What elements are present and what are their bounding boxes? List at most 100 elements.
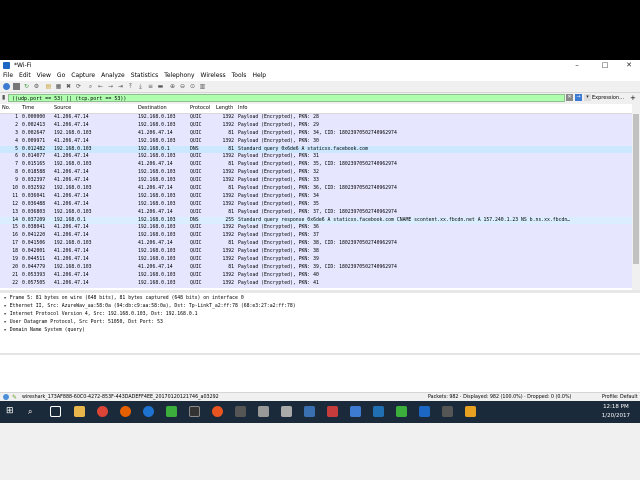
packet-row[interactable]: 9 0.032397 41.206.47.14 192.168.0.103 QUIC 13… (0, 177, 632, 186)
packet-row[interactable]: 8 0.018588 41.206.47.14 192.168.0.103 QUIC 13… (0, 169, 632, 178)
app-green2-icon[interactable] (396, 406, 407, 417)
edge-icon[interactable] (143, 406, 154, 417)
packet-row[interactable]: 18 0.042001 41.206.47.14 192.168.0.103 QUIC 1… (0, 248, 632, 257)
column-source[interactable]: Source (54, 104, 71, 113)
packet-row[interactable]: 20 0.044779 192.168.0.103 41.206.47.14 QUIC 8… (0, 263, 632, 272)
app-dark-icon[interactable] (235, 406, 246, 417)
ubuntu-icon[interactable] (212, 406, 223, 417)
menu-view[interactable]: View (34, 71, 54, 81)
menu-go[interactable]: Go (54, 71, 68, 81)
last-packet-icon[interactable]: ⤓ (137, 83, 144, 90)
packet-row[interactable]: 7 0.015165 192.168.0.103 41.206.47.14 QUIC 81… (0, 161, 632, 170)
display-filter-input[interactable]: ((udp.port == 53) || (tcp.port == 53)) (8, 94, 565, 102)
app-lightblue-icon[interactable] (350, 406, 361, 417)
detail-row[interactable]: ▸ User Datagram Protocol, Src Port: 5105… (4, 319, 163, 326)
packet-row[interactable]: 15 0.038041 41.206.47.14 192.168.0.103 QUIC 1… (0, 224, 632, 233)
column-length[interactable]: Length (216, 104, 233, 113)
menu-telephony[interactable]: Telephony (161, 71, 197, 81)
zoom-in-icon[interactable]: ⊕ (169, 83, 176, 90)
packet-row[interactable]: 16 0.041220 41.206.47.14 192.168.0.103 QUIC 1… (0, 232, 632, 241)
column-protocol[interactable]: Protocol (190, 104, 210, 113)
app-gray-icon[interactable] (258, 406, 269, 417)
clear-filter-icon[interactable]: ✕ (566, 94, 573, 101)
resize-columns-icon[interactable]: ▥ (199, 83, 206, 90)
close-file-icon[interactable]: ✖ (65, 83, 72, 90)
maximize-button[interactable]: □ (594, 60, 616, 71)
go-back-icon[interactable]: ← (97, 83, 104, 90)
menu-wireless[interactable]: Wireless (198, 71, 229, 81)
packet-row[interactable]: 13 0.036803 192.168.0.103 41.206.47.14 QUIC 8… (0, 208, 632, 217)
packet-row[interactable]: 17 0.041506 192.168.0.103 41.206.47.14 QUIC 8… (0, 240, 632, 249)
app-red-icon[interactable] (327, 406, 338, 417)
packet-row[interactable]: 1 0.000000 41.206.47.14 192.168.0.103 QUIC 13… (0, 114, 632, 122)
detail-row[interactable]: ▸ Frame 5: 81 bytes on wire (648 bits), … (4, 295, 244, 302)
packet-list-scrollbar[interactable] (632, 104, 640, 290)
windows-start-icon[interactable]: ⊞ (6, 406, 17, 417)
go-to-packet-icon[interactable]: ⇥ (117, 83, 124, 90)
packet-row[interactable]: 3 0.002647 192.168.0.103 41.206.47.14 QUIC 81… (0, 129, 632, 138)
app-orange-icon[interactable] (465, 406, 476, 417)
menu-edit[interactable]: Edit (16, 71, 34, 81)
autoscroll-icon[interactable]: ≡ (147, 83, 154, 90)
packet-row[interactable]: 12 0.036488 41.206.47.14 192.168.0.103 QUIC 1… (0, 200, 632, 209)
find-packet-icon[interactable]: ⌕ (87, 83, 94, 90)
menu-analyze[interactable]: Analyze (98, 71, 128, 81)
zoom-out-icon[interactable]: ⊖ (179, 83, 186, 90)
scrollbar-thumb[interactable] (633, 114, 639, 264)
app-light-icon[interactable] (281, 406, 292, 417)
reload-icon[interactable]: ⟳ (75, 83, 82, 90)
minimize-button[interactable]: – (566, 60, 588, 71)
app-blue-icon[interactable] (304, 406, 315, 417)
task-view-icon[interactable] (50, 406, 61, 417)
terminal-icon[interactable] (189, 406, 200, 417)
add-filter-button[interactable]: + (630, 94, 636, 102)
packet-row[interactable]: 19 0.044511 41.206.47.14 192.168.0.103 QUIC 1… (0, 256, 632, 264)
bookmark-icon[interactable]: ▮ (2, 94, 5, 102)
start-capture-icon[interactable] (3, 83, 10, 90)
zoom-normal-icon[interactable]: ⊙ (189, 83, 196, 90)
packet-row[interactable]: 21 0.053393 41.206.47.14 192.168.0.103 QUIC 1… (0, 271, 632, 280)
menu-statistics[interactable]: Statistics (128, 71, 161, 81)
apply-filter-icon[interactable]: → (575, 94, 582, 101)
expression-button[interactable]: Expression… (592, 94, 624, 102)
options-gear-icon[interactable]: ⚙ (33, 83, 40, 90)
column-destination[interactable]: Destination (138, 104, 167, 113)
restart-capture-icon[interactable]: ↻ (23, 83, 30, 90)
menu-file[interactable]: File (0, 71, 16, 81)
file-explorer-icon[interactable] (74, 406, 85, 417)
stop-capture-icon[interactable] (13, 83, 20, 90)
firefox-icon[interactable] (120, 406, 131, 417)
system-clock[interactable]: 12:18 PM 1/20/2017 (602, 403, 630, 421)
column-info[interactable]: Info (238, 104, 247, 113)
expert-info-icon[interactable] (3, 394, 9, 400)
save-file-icon[interactable]: ▦ (55, 83, 62, 90)
menu-capture[interactable]: Capture (68, 71, 98, 81)
packet-row[interactable]: 11 0.036041 41.206.47.14 192.168.0.103 QUIC 1… (0, 192, 632, 201)
filter-history-icon[interactable]: ▾ (584, 94, 591, 101)
packet-row[interactable]: 5 0.012482 192.168.0.103 192.168.0.1 DNS 81 St… (0, 145, 632, 154)
packet-row[interactable]: 22 0.057505 41.206.47.14 192.168.0.103 QUIC 1… (0, 279, 632, 288)
column-time[interactable]: Time (22, 104, 34, 113)
first-packet-icon[interactable]: ⤒ (127, 83, 134, 90)
go-forward-icon[interactable]: → (107, 83, 114, 90)
column-no[interactable]: No. (2, 104, 10, 113)
app-green-icon[interactable] (166, 406, 177, 417)
chrome-icon[interactable] (97, 406, 108, 417)
search-icon[interactable]: ⌕ (28, 406, 39, 417)
detail-row[interactable]: ▸ Ethernet II, Src: AzureWav_aa:58:0a (9… (4, 303, 296, 310)
wireshark-taskbar-icon[interactable] (419, 406, 430, 417)
menu-help[interactable]: Help (249, 71, 269, 81)
packet-row[interactable]: 4 0.009971 41.206.47.14 192.168.0.103 QUIC 13… (0, 137, 632, 146)
close-button[interactable]: ✕ (618, 60, 640, 71)
packet-row[interactable]: 14 0.037209 192.168.0.1 192.168.0.103 DNS 255… (0, 216, 632, 225)
app-navy-icon[interactable] (373, 406, 384, 417)
open-file-icon[interactable]: ▤ (45, 83, 52, 90)
menu-tools[interactable]: Tools (229, 71, 250, 81)
app-misc-icon[interactable] (442, 406, 453, 417)
colorize-icon[interactable]: ▬ (157, 83, 164, 90)
packet-row[interactable]: 6 0.014077 41.206.47.14 192.168.0.103 QUIC 13… (0, 153, 632, 162)
detail-row[interactable]: ▸ Domain Name System (query) (4, 327, 85, 334)
detail-row[interactable]: ▸ Internet Protocol Version 4, Src: 192.… (4, 311, 198, 318)
packet-row[interactable]: 2 0.002413 41.206.47.14 192.168.0.103 QUIC 13… (0, 121, 632, 130)
packet-row[interactable]: 10 0.032592 192.168.0.103 41.206.47.14 QUIC 8… (0, 185, 632, 193)
